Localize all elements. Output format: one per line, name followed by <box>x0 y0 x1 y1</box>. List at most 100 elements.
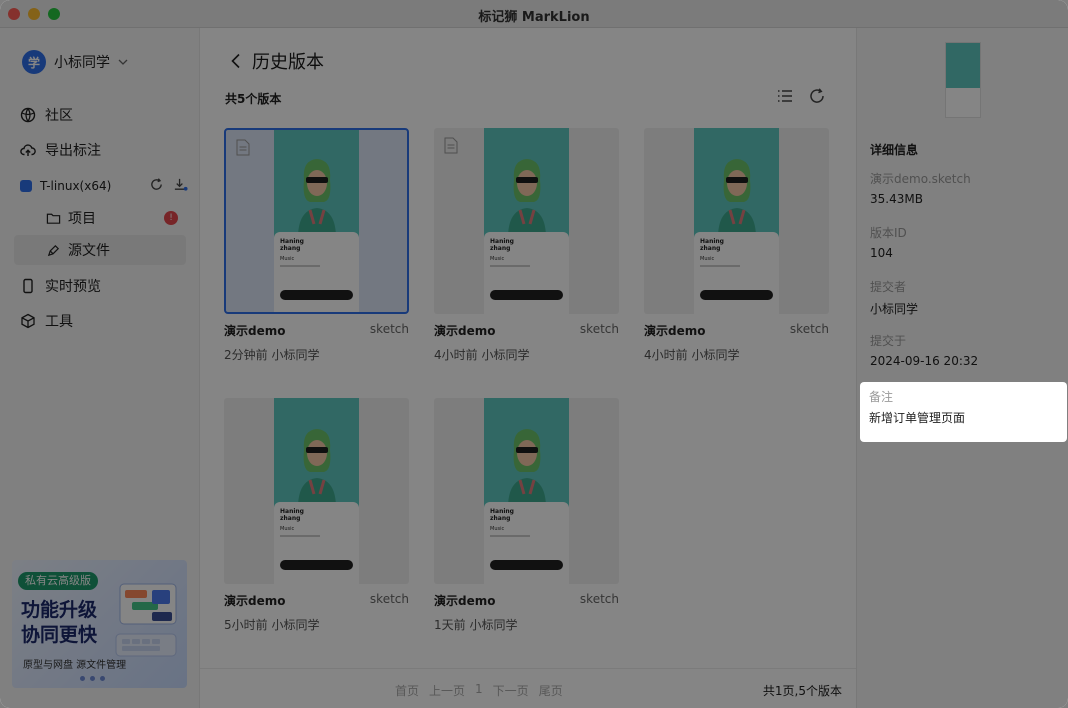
download-icon[interactable] <box>173 177 188 192</box>
project-actions <box>140 177 188 192</box>
sidebar-item-export[interactable]: 导出标注 <box>20 138 101 162</box>
version-meta: 4小时前 小标同学 <box>644 348 740 362</box>
version-name: 演示demo <box>644 324 706 338</box>
version-thumbnail[interactable]: Haning zhang Music <box>644 128 829 314</box>
last-page-link[interactable]: 尾页 <box>539 682 563 699</box>
file-size: 35.43MB <box>870 192 923 206</box>
version-card[interactable]: Haning zhang Music 演示demo sketch 4小时前 小标同学 <box>644 128 829 363</box>
version-id-value: 104 <box>870 246 893 260</box>
version-card[interactable]: Haning zhang Music 演示demo sketch 2分钟前 小标同学 <box>224 128 409 363</box>
avatar: 学 <box>22 50 46 74</box>
document-icon <box>236 139 250 156</box>
details-panel: 详细信息 演示demo.sketch 35.43MB 版本ID 104 提交者 … <box>856 28 1068 708</box>
sidebar-item-projects[interactable]: 项目 ! <box>14 203 186 233</box>
promo-title: 功能升级 协同更快 <box>21 599 98 646</box>
version-meta: 1天前 小标同学 <box>434 618 518 632</box>
avatar-figure <box>298 429 336 508</box>
refresh-icon[interactable] <box>808 87 826 105</box>
sidebar-item-label: 社区 <box>45 108 73 124</box>
sidebar-item-community[interactable]: 社区 <box>20 103 73 127</box>
version-thumbnail[interactable]: Haning zhang Music <box>434 128 619 314</box>
phone-icon <box>23 278 33 294</box>
pagination-total: 共1页,5个版本 <box>762 684 842 698</box>
first-page-link[interactable]: 首页 <box>395 682 419 699</box>
version-thumbnail[interactable]: Haning zhang Music <box>224 398 409 584</box>
version-name: 演示demo <box>224 324 286 338</box>
current-page[interactable]: 1 <box>475 682 483 699</box>
version-name: 演示demo <box>434 324 496 338</box>
version-thumbnail[interactable]: Haning zhang Music <box>434 398 619 584</box>
version-file-type: sketch <box>789 322 829 336</box>
submitted-at-value: 2024-09-16 20:32 <box>870 354 979 368</box>
submitter-label: 提交者 <box>870 280 907 294</box>
version-thumbnail[interactable]: Haning zhang Music <box>224 128 409 314</box>
sidebar-item-tools[interactable]: 工具 <box>20 309 73 333</box>
cube-icon <box>21 313 35 329</box>
version-preview-thumbnail[interactable] <box>945 42 981 118</box>
version-card[interactable]: Haning zhang Music 演示demo sketch 1天前 小标同学 <box>434 398 619 633</box>
cloud-upload-icon <box>20 144 36 156</box>
user-name: 小标同学 <box>54 55 110 71</box>
pen-icon <box>47 244 60 256</box>
sidebar-item-label: 导出标注 <box>45 143 101 159</box>
globe-icon <box>20 107 36 123</box>
version-id-label: 版本ID <box>870 226 907 240</box>
phone-mockup: Haning zhang Music <box>274 130 359 312</box>
avatar-figure <box>508 159 546 238</box>
version-file-type: sketch <box>579 322 619 336</box>
phone-mockup: Haning zhang Music <box>274 398 359 584</box>
sidebar: 学 小标同学 社区 导出标注 T-linux(x64) 项目 ! 源文件 实时预… <box>0 28 200 708</box>
version-name: 演示demo <box>434 594 496 608</box>
promo-subtitle: 原型与网盘 源文件管理 <box>23 660 127 671</box>
details-title: 详细信息 <box>870 143 919 157</box>
page-title: 历史版本 <box>252 52 324 73</box>
project-name: T-linux(x64) <box>40 179 112 193</box>
folder-icon <box>46 213 61 224</box>
pagination: 首页 上一页 1 下一页 尾页 共1页,5个版本 <box>200 668 856 708</box>
next-page-link[interactable]: 下一页 <box>493 682 529 699</box>
promo-illustration <box>115 583 177 657</box>
submitted-at-label: 提交于 <box>870 334 907 348</box>
project-color-dot <box>20 180 32 192</box>
version-card[interactable]: Haning zhang Music 演示demo sketch 4小时前 小标同学 <box>434 128 619 363</box>
refresh-icon[interactable] <box>149 177 164 192</box>
sidebar-item-label: 实时预览 <box>45 279 101 295</box>
avatar-figure <box>718 159 756 238</box>
phone-mockup: Haning zhang Music <box>484 128 569 314</box>
window-title: 标记狮 MarkLion <box>478 10 590 25</box>
version-card[interactable]: Haning zhang Music 演示demo sketch 5小时前 小标同学 <box>224 398 409 633</box>
note-value: 新增订单管理页面 <box>869 411 966 425</box>
view-actions <box>762 87 826 105</box>
version-count: 共5个版本 <box>225 92 282 106</box>
version-file-type: sketch <box>369 322 409 336</box>
sidebar-item-label: 工具 <box>45 314 73 330</box>
user-menu[interactable]: 学 小标同学 <box>22 50 128 74</box>
sidebar-item-label: 项目 <box>68 211 96 227</box>
list-view-icon[interactable] <box>776 87 794 105</box>
app-window: 标记狮 MarkLion 学 小标同学 社区 导出标注 T-linux(x64) <box>0 0 1068 708</box>
sidebar-item-source-files[interactable]: 源文件 <box>14 235 186 265</box>
alert-badge: ! <box>164 211 178 225</box>
version-meta: 5小时前 小标同学 <box>224 618 320 632</box>
phone-mockup: Haning zhang Music <box>484 398 569 584</box>
chevron-down-icon <box>118 59 128 65</box>
avatar-figure <box>508 429 546 508</box>
avatar-figure <box>298 159 336 238</box>
promo-pagination[interactable] <box>80 676 110 681</box>
back-button[interactable]: 历史版本 <box>230 48 324 74</box>
version-meta: 2分钟前 小标同学 <box>224 348 320 362</box>
version-file-type: sketch <box>369 592 409 606</box>
chevron-left-icon <box>231 53 240 69</box>
document-icon <box>444 137 458 154</box>
title-bar: 标记狮 MarkLion <box>0 0 1068 28</box>
version-meta: 4小时前 小标同学 <box>434 348 530 362</box>
phone-mockup: Haning zhang Music <box>694 128 779 314</box>
sidebar-item-label: 源文件 <box>68 243 110 259</box>
note-label: 备注 <box>869 390 894 404</box>
project-header[interactable]: T-linux(x64) <box>20 176 188 196</box>
prev-page-link[interactable]: 上一页 <box>429 682 465 699</box>
version-name: 演示demo <box>224 594 286 608</box>
promo-banner[interactable]: 私有云高级版 功能升级 协同更快 原型与网盘 源文件管理 <box>12 560 187 688</box>
note-field[interactable]: 备注 新增订单管理页面 <box>860 382 1067 442</box>
sidebar-item-live-preview[interactable]: 实时预览 <box>20 274 101 298</box>
